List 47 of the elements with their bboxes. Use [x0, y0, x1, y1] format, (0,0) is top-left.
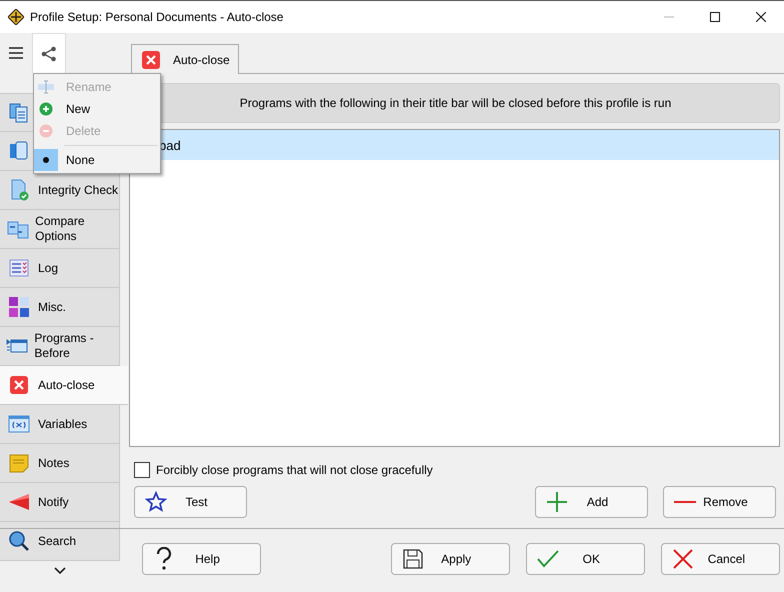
window-title: Profile Setup: Personal Documents - Auto-close: [30, 10, 284, 24]
checkbox-label: Forcibly close programs that will not close gracefully: [156, 463, 433, 477]
cancel-button[interactable]: Cancel: [660, 543, 780, 575]
bullet-icon: [43, 157, 49, 163]
plus-circle-icon: [39, 102, 53, 116]
checkbox[interactable]: [134, 462, 150, 478]
plus-icon: [546, 491, 568, 513]
remove-button[interactable]: Remove: [663, 486, 776, 518]
apply-button[interactable]: Apply: [390, 543, 510, 575]
documents-icon: [8, 102, 30, 124]
sidebar-item[interactable]: Search: [0, 522, 120, 561]
close-icon: [756, 12, 766, 22]
sidebar-item[interactable]: Log: [0, 249, 120, 288]
search-icon: [8, 530, 30, 552]
close-icon: [9, 375, 29, 395]
share-icon: [41, 46, 57, 62]
note-icon: [8, 452, 30, 474]
share-button[interactable]: [32, 33, 66, 73]
minus-icon: [674, 500, 696, 504]
tiles-icon: [8, 296, 30, 318]
help-button[interactable]: Help: [142, 543, 262, 575]
minimize-icon: [664, 16, 674, 18]
sidebar-item[interactable]: Integrity Check: [0, 171, 120, 210]
sidebar-item[interactable]: Compare Options: [0, 210, 120, 249]
add-button[interactable]: Add: [535, 486, 648, 518]
star-icon: [145, 491, 167, 513]
ok-button[interactable]: OK: [526, 543, 645, 575]
variable-icon: [8, 413, 30, 435]
sidebar-item[interactable]: Auto-close: [0, 366, 128, 405]
sidebar-item[interactable]: Misc.: [0, 288, 120, 327]
question-mark-icon: [156, 547, 172, 571]
sidebar-item[interactable]: Notes: [0, 444, 120, 483]
app-logo-icon: [8, 9, 24, 25]
cross-icon: [672, 549, 693, 569]
auto-close-tab[interactable]: Auto-close: [131, 44, 239, 74]
log-list-icon: [8, 257, 30, 279]
sidebar-item[interactable]: Variables: [0, 405, 120, 444]
check-mark-icon: [536, 550, 559, 568]
close-icon: [141, 50, 161, 70]
sidebar-item[interactable]: Programs - Before: [0, 327, 120, 366]
minus-circle-icon: [39, 124, 53, 138]
megaphone-icon: [7, 491, 31, 513]
maximize-icon: [710, 12, 720, 22]
test-button[interactable]: Test: [134, 486, 247, 518]
sidebar-item[interactable]: Notify: [0, 483, 120, 522]
copy-icon: [8, 140, 30, 162]
rename-cursor-icon: [38, 80, 54, 94]
